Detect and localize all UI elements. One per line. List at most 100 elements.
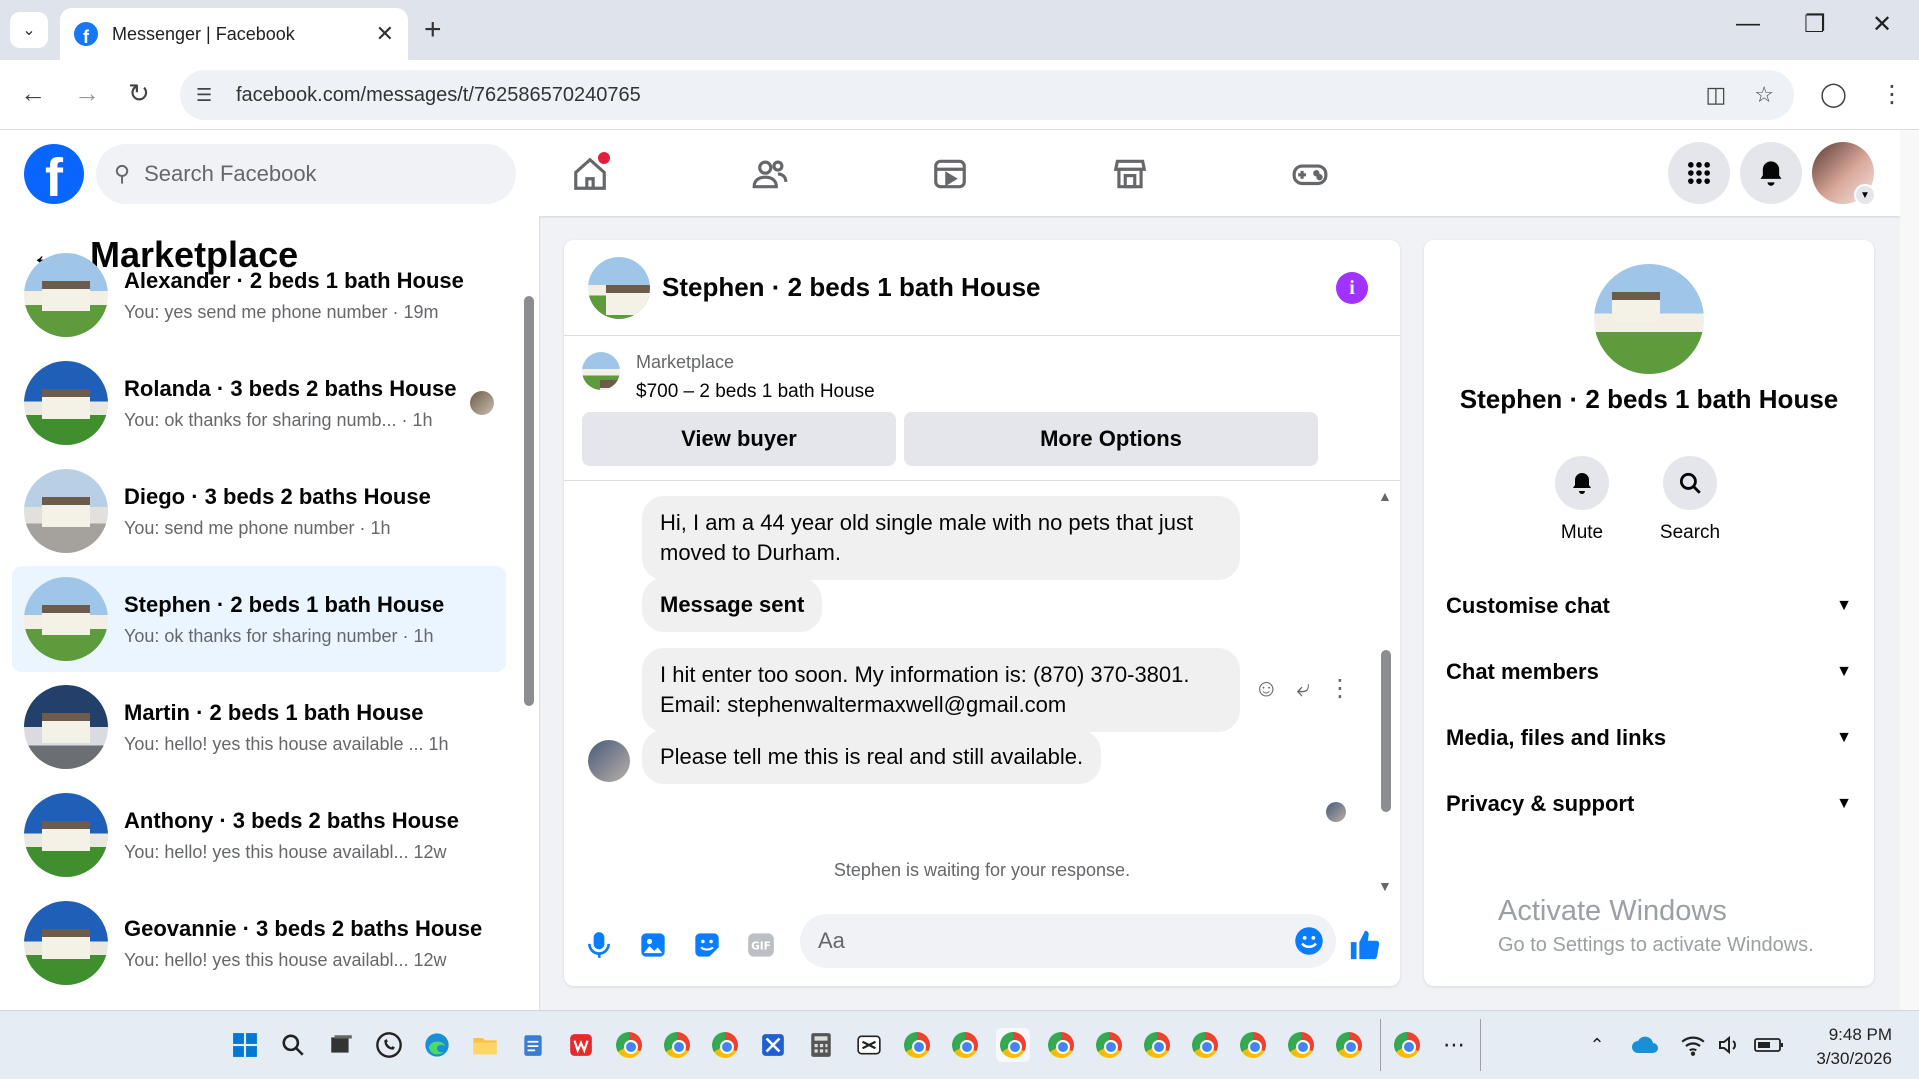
info-icon[interactable]: i (1336, 272, 1368, 304)
message-bubble[interactable]: Hi, I am a 44 year old single male with … (642, 496, 1240, 580)
customise-chat-section[interactable]: Customise chat ▼ (1446, 586, 1852, 626)
chrome-active-icon[interactable] (996, 1028, 1030, 1062)
start-icon[interactable] (228, 1028, 262, 1062)
sticker-icon[interactable] (690, 928, 724, 962)
chrome-profile-icon[interactable] (948, 1028, 982, 1062)
video-nav-icon[interactable] (926, 150, 974, 198)
chrome-profile-icon[interactable] (1140, 1028, 1174, 1062)
facebook-search[interactable]: ⚲ (96, 144, 516, 204)
chevron-up-icon[interactable]: ⌃ (1580, 1028, 1614, 1062)
react-emoji-icon[interactable]: ☺ (1254, 675, 1279, 703)
onedrive-icon[interactable] (1628, 1028, 1662, 1062)
chrome-profile-icon[interactable] (660, 1028, 694, 1062)
thumbs-up-icon[interactable] (1348, 928, 1382, 962)
more-icon[interactable]: ⋮ (1328, 674, 1352, 703)
photo-icon[interactable] (636, 928, 670, 962)
notifications-button[interactable] (1740, 142, 1802, 204)
account-avatar[interactable]: ▼ (1812, 142, 1876, 206)
conversation-item-alexander[interactable]: Alexander · 2 beds 1 bath House You: yes … (12, 242, 506, 348)
media-files-links-section[interactable]: Media, files and links ▼ (1446, 718, 1852, 758)
reply-icon[interactable]: ⤶ (1297, 675, 1310, 703)
search-icon[interactable] (276, 1028, 310, 1062)
chrome-profile-icon[interactable] (1044, 1028, 1078, 1062)
message-bubble[interactable]: Please tell me this is real and still av… (642, 730, 1102, 784)
search-in-chat-button[interactable]: Search (1650, 456, 1730, 544)
more-options-button[interactable]: More Options (904, 412, 1318, 466)
listing-photo[interactable] (1594, 264, 1704, 374)
chrome-profile-icon[interactable] (708, 1028, 742, 1062)
chrome-profile-icon[interactable] (1332, 1028, 1366, 1062)
site-info-icon[interactable]: ☰ (196, 85, 224, 106)
home-nav-icon[interactable] (566, 150, 614, 198)
conversation-item-stephen[interactable]: Stephen · 2 beds 1 bath House You: ok tha… (12, 566, 506, 672)
chrome-profile-icon[interactable] (1284, 1028, 1318, 1062)
chat-title[interactable]: Stephen · 2 beds 1 bath House (662, 272, 1041, 303)
sender-avatar[interactable] (588, 740, 630, 782)
new-tab-button[interactable]: + (424, 12, 442, 48)
task-view-icon[interactable] (324, 1028, 358, 1062)
chrome-profile-icon[interactable] (1390, 1028, 1424, 1062)
chrome-profile-icon[interactable] (1236, 1028, 1270, 1062)
chat-scrollbar[interactable] (1381, 650, 1391, 812)
marketplace-nav-icon[interactable] (1106, 150, 1154, 198)
chrome-profile-icon[interactable] (1092, 1028, 1126, 1062)
chat-members-section[interactable]: Chat members ▼ (1446, 652, 1852, 692)
edge-icon[interactable] (420, 1028, 454, 1062)
message-bubble[interactable]: Message sent (642, 578, 823, 632)
privacy-support-section[interactable]: Privacy & support ▼ (1446, 784, 1852, 824)
message-box[interactable] (800, 914, 1336, 968)
whatsapp-icon[interactable] (372, 1028, 406, 1062)
facebook-search-input[interactable] (144, 161, 465, 187)
conversation-item-martin[interactable]: Martin · 2 beds 1 bath House You: hello! … (12, 674, 506, 780)
message-bubble[interactable]: I hit enter too soon. My information is:… (642, 648, 1240, 732)
volume-icon[interactable] (1712, 1028, 1746, 1062)
facebook-logo-icon[interactable]: f (24, 144, 84, 204)
gaming-nav-icon[interactable] (1286, 150, 1334, 198)
more-apps-icon[interactable]: ⋯ (1437, 1028, 1471, 1062)
conversation-item-geovannie[interactable]: Geovannie · 3 beds 2 baths House You: hel… (12, 890, 506, 996)
page-scrollbar[interactable] (1900, 130, 1919, 1010)
notepad-icon[interactable] (516, 1028, 550, 1062)
sidebar-scrollbar[interactable] (524, 296, 534, 706)
chrome-profile-icon[interactable] (1188, 1028, 1222, 1062)
url-text[interactable]: facebook.com/messages/t/762586570240765 (236, 84, 641, 107)
conversation-item-rolanda[interactable]: Rolanda · 3 beds 2 baths House You: ok th… (12, 350, 506, 456)
emoji-icon[interactable] (1294, 926, 1324, 961)
chrome-profile-icon[interactable] (900, 1028, 934, 1062)
voice-clip-icon[interactable] (582, 928, 616, 962)
tab-search-button[interactable]: ⌄ (10, 12, 48, 48)
capcut-icon[interactable] (852, 1028, 886, 1062)
browser-tab[interactable]: f Messenger | Facebook ✕ (60, 8, 408, 60)
system-clock[interactable]: 9:48 PM 3/30/2026 (1806, 1023, 1892, 1071)
forward-icon[interactable]: → (74, 78, 100, 109)
wps-office-icon[interactable] (564, 1028, 598, 1062)
conversation-item-diego[interactable]: Diego · 3 beds 2 baths House You: send me… (12, 458, 506, 564)
calculator-icon[interactable] (804, 1028, 838, 1062)
menu-grid-button[interactable] (1668, 142, 1730, 204)
reload-icon[interactable]: ↻ (128, 78, 150, 109)
restore-button[interactable]: ❐ (1804, 10, 1826, 39)
install-app-icon[interactable]: ◫ (1705, 82, 1726, 108)
app-icon[interactable] (756, 1028, 790, 1062)
chrome-icon[interactable] (612, 1028, 646, 1062)
profile-icon[interactable]: ◯ (1820, 80, 1847, 109)
minimize-button[interactable]: — (1736, 10, 1760, 38)
close-window-button[interactable]: ✕ (1872, 10, 1892, 39)
browser-menu-icon[interactable]: ⋮ (1880, 80, 1904, 109)
bookmark-star-icon[interactable]: ☆ (1754, 82, 1774, 108)
gif-icon[interactable]: GIF (744, 928, 778, 962)
wifi-icon[interactable] (1676, 1028, 1710, 1062)
friends-nav-icon[interactable] (746, 150, 794, 198)
listing-summary[interactable]: Marketplace $700 – 2 beds 1 bath House (582, 352, 875, 403)
conversation-item-anthony[interactable]: Anthony · 3 beds 2 baths House You: hello… (12, 782, 506, 888)
mute-button[interactable]: Mute (1542, 456, 1622, 544)
message-input[interactable] (818, 928, 1258, 954)
chat-thumbnail[interactable] (588, 256, 650, 319)
omnibox[interactable]: ☰ facebook.com/messages/t/76258657024076… (180, 70, 1794, 120)
back-icon[interactable]: ← (20, 78, 46, 109)
view-buyer-button[interactable]: View buyer (582, 412, 896, 466)
close-tab-icon[interactable]: ✕ (376, 21, 394, 47)
scroll-up-arrow[interactable]: ▲ (1378, 488, 1392, 504)
file-explorer-icon[interactable] (468, 1028, 502, 1062)
battery-icon[interactable] (1752, 1028, 1786, 1062)
